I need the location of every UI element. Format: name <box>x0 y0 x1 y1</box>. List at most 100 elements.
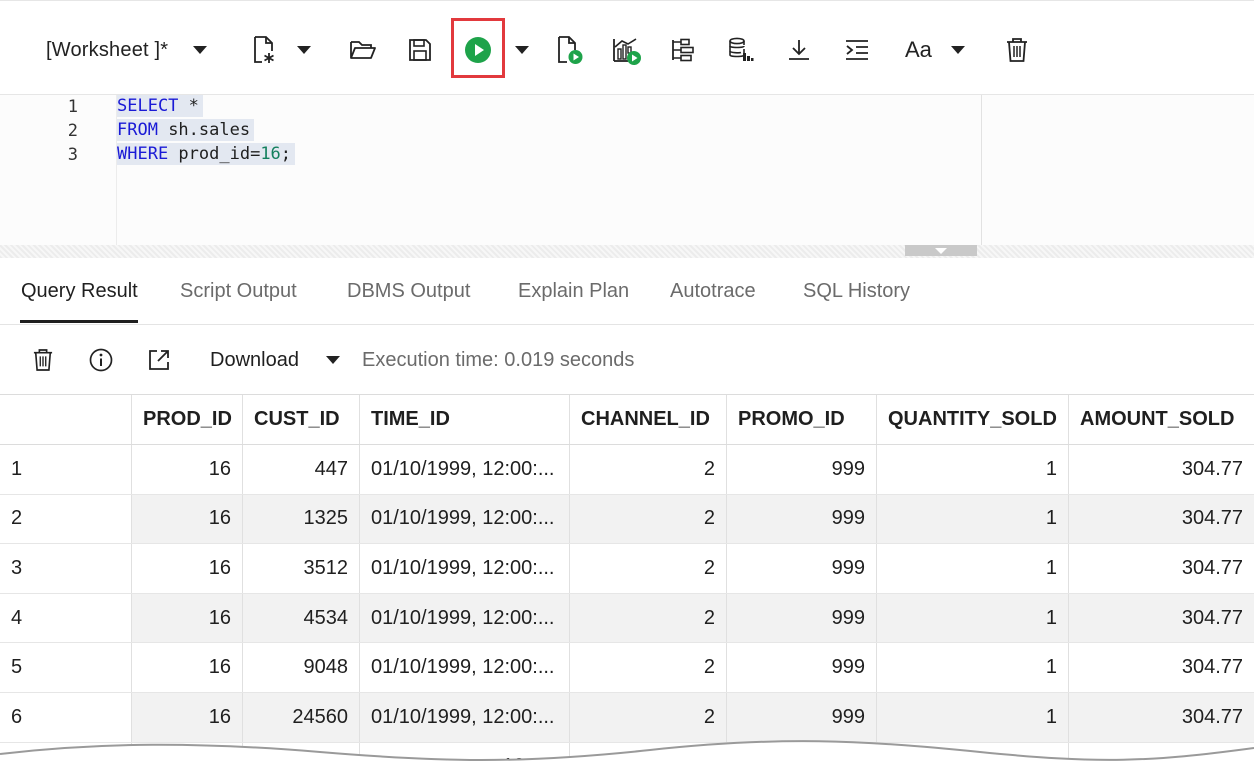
run-script-button[interactable] <box>556 31 584 69</box>
new-worksheet-dropdown[interactable] <box>297 31 311 69</box>
cell-cust-id[interactable]: 9048 <box>243 643 360 692</box>
editor-splitter[interactable] <box>0 245 1254 258</box>
format-button[interactable] <box>844 31 870 69</box>
cell-amount-sold[interactable]: 304.77 <box>1069 693 1254 742</box>
run-statement-button[interactable] <box>464 31 492 69</box>
cell-time-id[interactable]: 01/10/1999, 12:00:... <box>360 692 570 742</box>
column-header[interactable]: PROMO_ID <box>727 395 877 444</box>
sql-editor[interactable]: 1 2 3 SELECT * FROM sh.sales WHERE prod_… <box>0 95 1254 245</box>
worksheet-selector[interactable]: [Worksheet ]* <box>46 31 168 69</box>
cell-amount-sold[interactable]: 304.77 <box>1069 643 1254 692</box>
cell-channel-id[interactable]: 2 <box>570 593 727 643</box>
column-header[interactable]: CUST_ID <box>243 395 360 444</box>
code-area[interactable]: 1 2 3 SELECT * FROM sh.sales WHERE prod_… <box>0 95 982 245</box>
save-button[interactable] <box>408 31 432 69</box>
line-number: 3 <box>67 145 78 165</box>
cell-prod-id[interactable]: 16 <box>132 445 243 494</box>
cell-promo-id[interactable]: 999 <box>727 544 877 593</box>
table-row[interactable]: 5 16 9048 01/10/1999, 12:00:... 2 999 1 … <box>0 643 1254 693</box>
open-in-new-button[interactable] <box>147 345 171 375</box>
tab-autotrace[interactable]: Autotrace <box>670 280 756 303</box>
new-worksheet-icon <box>254 36 274 63</box>
download-menu-button[interactable]: Download <box>210 345 299 375</box>
column-header[interactable]: AMOUNT_SOLD <box>1069 395 1254 444</box>
cell-promo-id[interactable]: 999 <box>727 692 877 742</box>
clear-button[interactable] <box>1006 31 1028 69</box>
cell-channel-id[interactable]: 2 <box>570 445 727 494</box>
cell-prod-id[interactable]: 16 <box>132 494 243 544</box>
cell-promo-id[interactable]: 999 <box>727 593 877 643</box>
code-line-3: WHERE prod_id=16; <box>117 143 296 165</box>
cell-quantity-sold[interactable]: 1 <box>877 692 1069 742</box>
cell-channel-id[interactable]: 2 <box>570 544 727 593</box>
cell-amount-sold[interactable]: 304.77 <box>1069 445 1254 494</box>
new-worksheet-button[interactable] <box>252 31 278 69</box>
run-script-icon <box>558 36 583 64</box>
cell-promo-id[interactable]: 999 <box>727 494 877 544</box>
cell-channel-id[interactable]: 2 <box>570 643 727 692</box>
column-header[interactable]: CHANNEL_ID <box>570 395 727 444</box>
results-grid[interactable]: PROD_ID CUST_ID TIME_ID CHANNEL_ID PROMO… <box>0 394 1254 772</box>
font-button[interactable]: Aa <box>905 31 932 69</box>
line-number: 2 <box>67 121 78 141</box>
cell-quantity-sold[interactable]: 1 <box>877 445 1069 494</box>
table-row[interactable]: 1 16 447 01/10/1999, 12:00:... 2 999 1 3… <box>0 445 1254 495</box>
cell-time-id[interactable]: 01/10/1999, 12:00:... <box>360 494 570 544</box>
table-row[interactable]: 4 16 4534 01/10/1999, 12:00:... 2 999 1 … <box>0 593 1254 644</box>
cell-time-id[interactable]: 01/10/1999, 12:00:... <box>360 593 570 643</box>
cell-prod-id[interactable]: 16 <box>132 692 243 742</box>
cell-promo-id[interactable]: 999 <box>727 445 877 494</box>
run-dropdown-button[interactable] <box>515 31 529 69</box>
autotrace-button[interactable] <box>671 31 695 69</box>
worksheet-toolbar: [Worksheet ]* Aa <box>0 0 1254 95</box>
cell-cust-id[interactable]: 447 <box>243 445 360 494</box>
cell-quantity-sold[interactable]: 1 <box>877 544 1069 593</box>
tab-script-output[interactable]: Script Output <box>180 280 297 303</box>
cell-amount-sold[interactable]: 304.77 <box>1069 544 1254 593</box>
cell-prod-id[interactable]: 16 <box>132 643 243 692</box>
column-header[interactable]: TIME_ID <box>360 395 570 444</box>
cell-channel-id[interactable]: 2 <box>570 494 727 544</box>
cell-channel-id[interactable]: 2 <box>570 692 727 742</box>
cell-promo-id[interactable]: 999 <box>727 643 877 692</box>
code-line-1: SELECT * <box>117 95 203 117</box>
tab-sql-history[interactable]: SQL History <box>803 280 910 303</box>
collapse-handle[interactable] <box>905 245 977 256</box>
cell-time-id[interactable]: 01/10/1999, 12:00:... <box>360 643 570 692</box>
database-button[interactable] <box>728 31 754 69</box>
cell-amount-sold[interactable]: 304.77 <box>1069 594 1254 643</box>
cell-prod-id[interactable]: 16 <box>132 544 243 593</box>
worksheet-dropdown-button[interactable] <box>193 31 207 69</box>
column-header[interactable]: QUANTITY_SOLD <box>877 395 1069 444</box>
download-toolbar-button[interactable] <box>787 31 811 69</box>
tab-dbms-output[interactable]: DBMS Output <box>347 280 470 303</box>
cell-cust-id[interactable]: 4534 <box>243 593 360 643</box>
clear-results-button[interactable] <box>33 345 53 375</box>
chevron-down-icon <box>297 46 311 54</box>
cell-cust-id[interactable]: 24560 <box>243 692 360 742</box>
autotrace-icon <box>672 38 694 62</box>
explain-plan-button[interactable] <box>612 31 642 69</box>
font-dropdown-button[interactable] <box>951 31 965 69</box>
row-number: 5 <box>0 643 132 692</box>
cell-time-id[interactable]: 01/10/1999, 12:00:... <box>360 544 570 593</box>
cell-prod-id[interactable]: 16 <box>132 593 243 643</box>
table-row[interactable]: 3 16 3512 01/10/1999, 12:00:... 2 999 1 … <box>0 544 1254 594</box>
open-button[interactable] <box>349 31 377 69</box>
tab-query-result[interactable]: Query Result <box>21 280 138 303</box>
row-number-header <box>0 395 132 444</box>
font-icon: Aa <box>905 37 932 62</box>
column-header[interactable]: PROD_ID <box>132 395 243 444</box>
table-row[interactable]: 2 16 1325 01/10/1999, 12:00:... 2 999 1 … <box>0 494 1254 545</box>
cell-cust-id[interactable]: 3512 <box>243 544 360 593</box>
cell-quantity-sold[interactable]: 1 <box>877 494 1069 544</box>
execution-time: Execution time: 0.019 seconds <box>362 348 635 371</box>
info-button[interactable] <box>89 345 113 375</box>
cell-quantity-sold[interactable]: 1 <box>877 643 1069 692</box>
download-dropdown[interactable] <box>326 345 340 375</box>
tab-explain-plan[interactable]: Explain Plan <box>518 280 629 303</box>
cell-amount-sold[interactable]: 304.77 <box>1069 495 1254 544</box>
cell-quantity-sold[interactable]: 1 <box>877 593 1069 643</box>
cell-time-id[interactable]: 01/10/1999, 12:00:... <box>360 445 570 494</box>
cell-cust-id[interactable]: 1325 <box>243 494 360 544</box>
